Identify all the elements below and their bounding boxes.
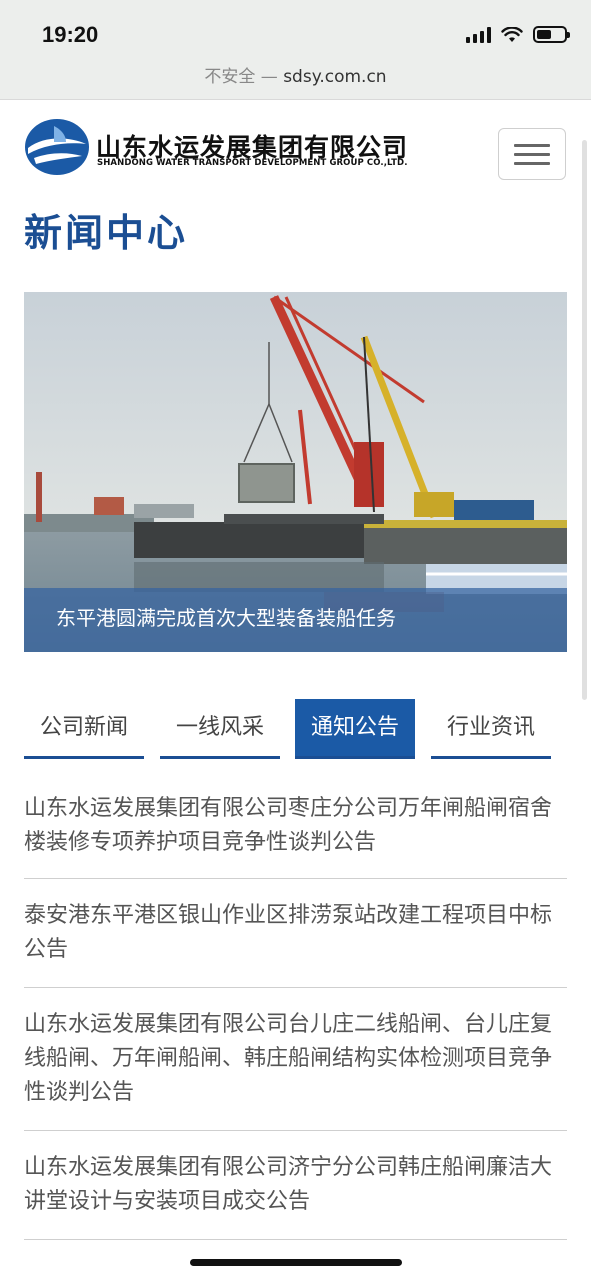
menu-line [514, 152, 550, 156]
hero-caption: 东平港圆满完成首次大型装备装船任务 [24, 588, 567, 652]
insecure-label: 不安全 — [204, 67, 278, 87]
wifi-icon [501, 26, 523, 42]
logo-text-en: SHANDONG WATER TRANSPORT DEVELOPMENT GRO… [97, 158, 408, 168]
hero-banner[interactable]: 东平港圆满完成首次大型装备装船任务 [24, 292, 567, 652]
tab-frontline[interactable]: 一线风采 [160, 699, 280, 759]
hamburger-menu-icon[interactable] [498, 128, 566, 180]
menu-line [514, 143, 550, 147]
menu-line [514, 161, 550, 165]
company-logo-icon[interactable] [24, 118, 90, 176]
tab-industry-news[interactable]: 行业资讯 [431, 699, 551, 759]
url-domain: sdsy.com.cn [283, 67, 387, 87]
battery-icon [533, 26, 570, 43]
scrollbar[interactable] [582, 140, 587, 700]
status-icons [466, 26, 570, 43]
url-bar[interactable]: 不安全 — sdsy.com.cn [0, 62, 591, 87]
list-item[interactable]: 山东水运发展集团有限公司台儿庄二线船闸、台儿庄复线船闸、万年闸船闸、韩庄船闸结构… [24, 988, 567, 1131]
tab-notices[interactable]: 通知公告 [295, 699, 415, 759]
home-indicator[interactable] [190, 1259, 402, 1266]
page-title: 新闻中心 [24, 211, 189, 255]
list-item[interactable]: 山东水运发展集团有限公司济宁分公司韩庄船闸廉洁大讲堂设计与安装项目成交公告 [24, 1131, 567, 1240]
list-item[interactable]: 泰安港东平港区银山作业区排涝泵站改建工程项目中标公告 [24, 879, 567, 988]
list-item[interactable]: 山东水运发展集团有限公司枣庄分公司万年闸船闸宿舍楼装修专项养护项目竞争性谈判公告 [24, 778, 567, 879]
tab-company-news[interactable]: 公司新闻 [24, 699, 144, 759]
status-time: 19:20 [42, 22, 99, 47]
news-list: 山东水运发展集团有限公司枣庄分公司万年闸船闸宿舍楼装修专项养护项目竞争性谈判公告… [24, 778, 567, 1240]
news-tabs: 公司新闻 一线风采 通知公告 行业资讯 [24, 699, 567, 759]
signal-icon [466, 26, 491, 43]
browser-chrome: 19:20 不安全 — sdsy.com.cn [0, 0, 591, 100]
battery-level [537, 30, 552, 39]
